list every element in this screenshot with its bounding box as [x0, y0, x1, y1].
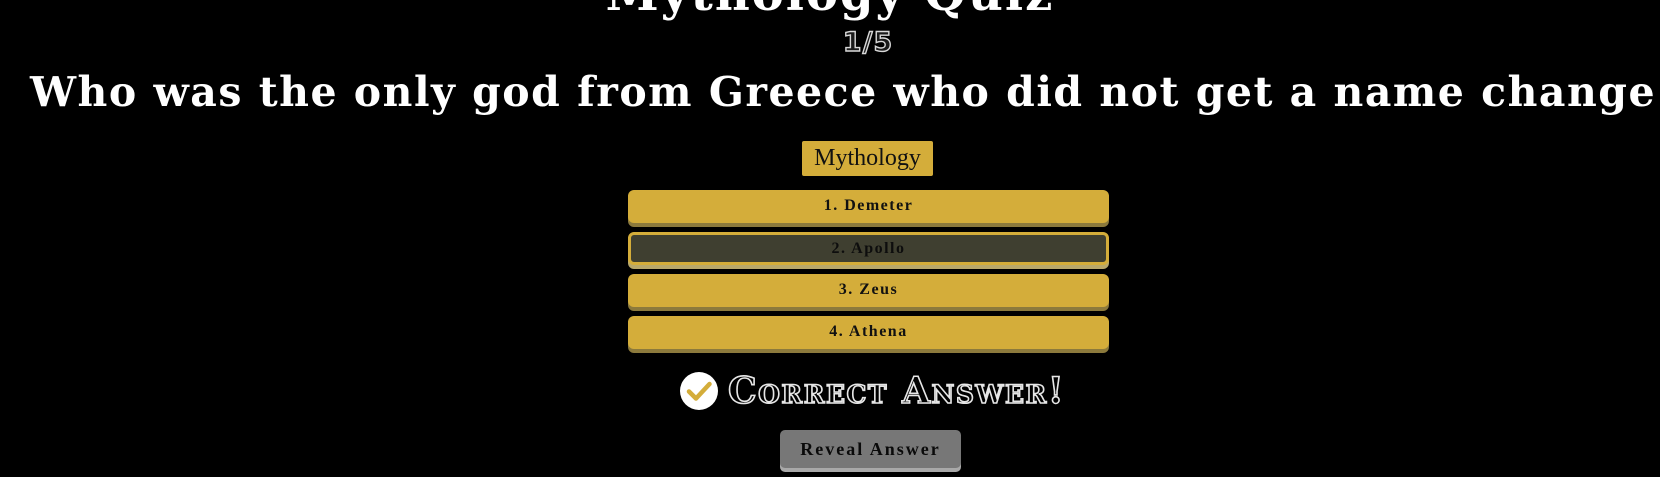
answer-option-4[interactable]: 4. Athena	[628, 316, 1109, 349]
quiz-title: Mythology Quiz	[0, 0, 1660, 22]
reveal-answer-button[interactable]: Reveal Answer	[780, 430, 961, 468]
result-text: Correct Answer!	[727, 369, 1066, 413]
category-badge: Mythology	[802, 141, 933, 176]
answer-option-1[interactable]: 1. Demeter	[628, 190, 1109, 223]
result-message: Correct Answer!	[679, 369, 1066, 413]
check-circle-icon	[680, 372, 718, 410]
answer-option-2[interactable]: 2. Apollo	[628, 232, 1109, 265]
question-text: Who was the only god from Greece who did…	[30, 68, 1660, 116]
answer-list: 1. Demeter 2. Apollo 3. Zeus 4. Athena	[628, 190, 1109, 358]
quiz-page: Mythology Quiz 1/5 Who was the only god …	[0, 0, 1660, 477]
answer-option-3[interactable]: 3. Zeus	[628, 274, 1109, 307]
question-progress: 1/5	[842, 26, 894, 58]
